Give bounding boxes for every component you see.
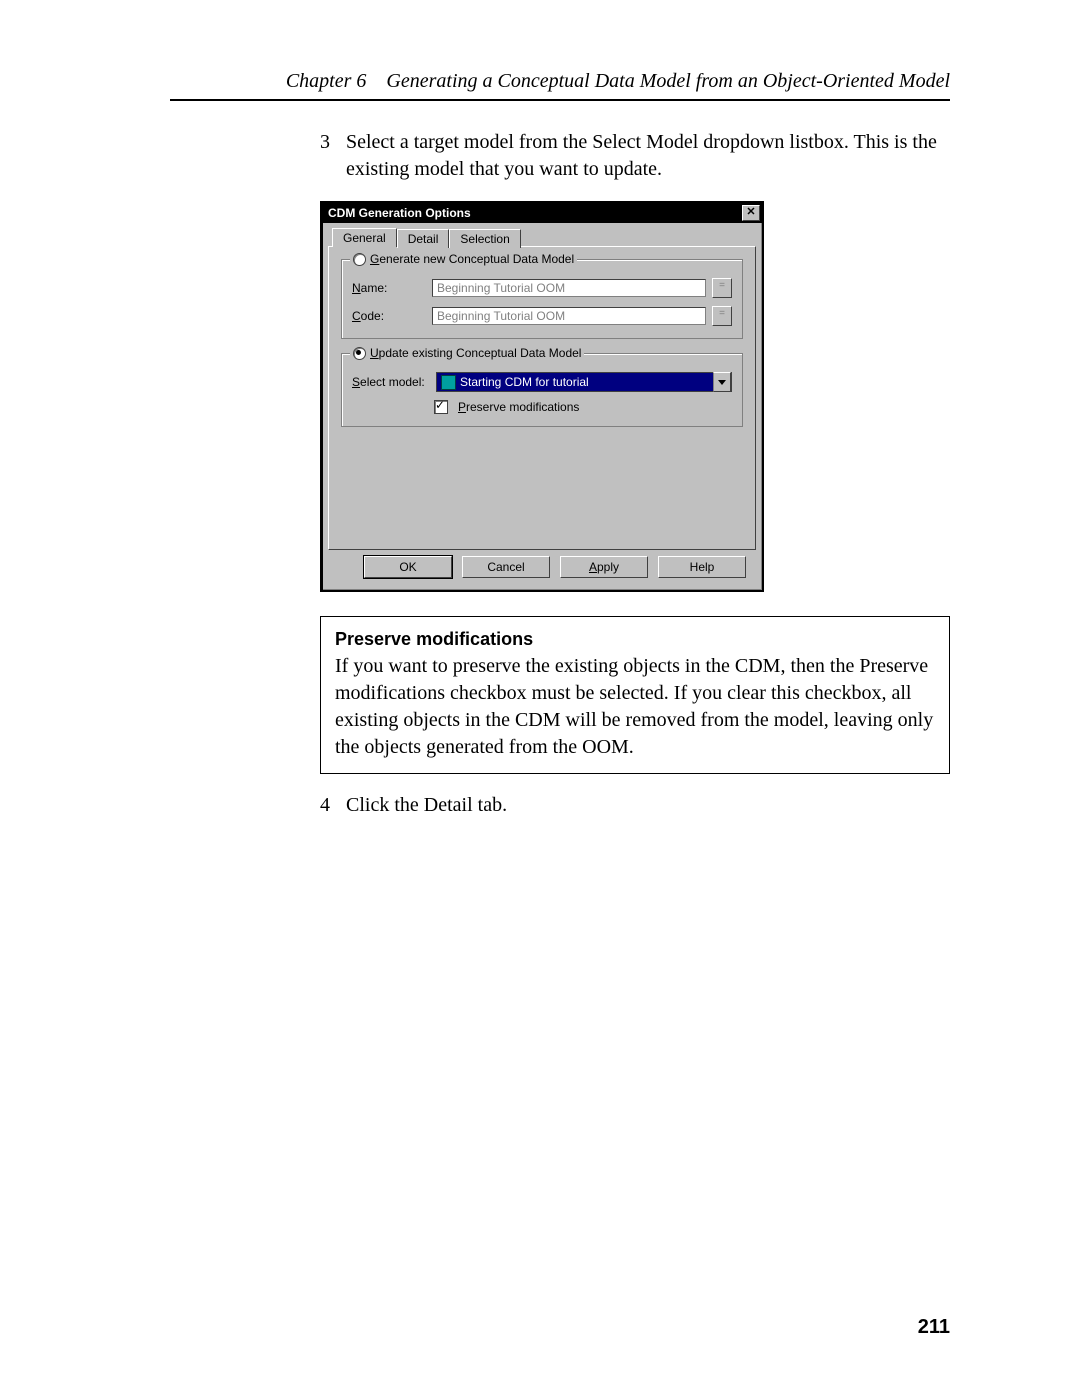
- radio-update-existing[interactable]: [353, 347, 366, 360]
- cdm-generation-options-dialog: CDM Generation Options ✕ General Detail …: [320, 201, 764, 592]
- name-label: Name:: [352, 281, 426, 295]
- close-icon[interactable]: ✕: [742, 205, 760, 221]
- code-assist-button[interactable]: =: [712, 306, 732, 326]
- select-model-value: Starting CDM for tutorial: [460, 375, 589, 389]
- tab-selection[interactable]: Selection: [449, 229, 520, 248]
- dialog-button-row: OK Cancel Apply Help: [328, 550, 756, 582]
- step-number: 4: [320, 792, 346, 819]
- page-number: 211: [918, 1316, 950, 1339]
- step-4: 4 Click the Detail tab.: [320, 792, 950, 819]
- step-3: 3 Select a target model from the Select …: [320, 129, 950, 183]
- chapter-title: Generating a Conceptual Data Model from …: [386, 70, 950, 92]
- tab-panel-general: Generate new Conceptual Data Model Name:…: [328, 246, 756, 550]
- radio-generate-new[interactable]: [353, 253, 366, 266]
- preserve-modifications-checkbox[interactable]: [434, 400, 448, 414]
- group-generate-new: Generate new Conceptual Data Model Name:…: [341, 259, 743, 339]
- tab-general[interactable]: General: [332, 228, 397, 247]
- code-field[interactable]: [432, 307, 706, 325]
- tab-strip: General Detail Selection: [332, 227, 756, 246]
- tab-detail[interactable]: Detail: [397, 229, 450, 248]
- select-model-label: Select model:: [352, 375, 430, 389]
- step-number: 3: [320, 129, 346, 156]
- running-head: Chapter 6 Generating a Conceptual Data M…: [170, 70, 950, 101]
- help-button[interactable]: Help: [658, 556, 746, 578]
- chevron-down-icon[interactable]: [713, 372, 731, 392]
- apply-button[interactable]: Apply: [560, 556, 648, 578]
- dialog-title: CDM Generation Options: [328, 206, 742, 220]
- dialog-titlebar: CDM Generation Options ✕: [322, 203, 762, 223]
- name-assist-button[interactable]: =: [712, 278, 732, 298]
- code-label: Code:: [352, 309, 426, 323]
- preserve-modifications-label: Preserve modifications: [458, 400, 579, 414]
- step-text: Click the Detail tab.: [346, 792, 950, 819]
- name-field[interactable]: [432, 279, 706, 297]
- note-preserve-modifications: Preserve modifications If you want to pr…: [320, 616, 950, 774]
- model-icon: [441, 375, 456, 390]
- cancel-button[interactable]: Cancel: [462, 556, 550, 578]
- group-generate-legend: Generate new Conceptual Data Model: [370, 252, 574, 266]
- ok-button[interactable]: OK: [364, 556, 452, 578]
- chapter-label: Chapter 6: [286, 70, 367, 92]
- group-update-existing: Update existing Conceptual Data Model Se…: [341, 353, 743, 427]
- note-body: If you want to preserve the existing obj…: [335, 653, 935, 761]
- group-update-legend: Update existing Conceptual Data Model: [370, 346, 581, 360]
- select-model-dropdown[interactable]: Starting CDM for tutorial: [436, 372, 732, 392]
- note-heading: Preserve modifications: [335, 627, 935, 651]
- step-text: Select a target model from the Select Mo…: [346, 129, 950, 183]
